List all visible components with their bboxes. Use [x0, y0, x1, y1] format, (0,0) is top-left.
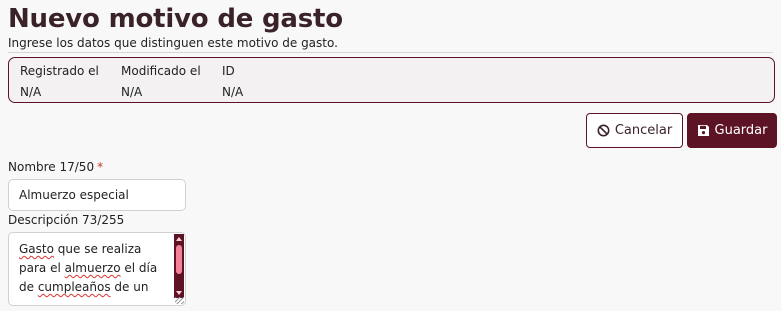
descripcion-line: de cumpleaños de un: [19, 278, 169, 297]
header-divider: [8, 52, 773, 53]
registered-info: Registrado el N/A: [20, 63, 99, 100]
registered-label: Registrado el: [20, 64, 99, 78]
scroll-down-arrow-icon[interactable]: [176, 291, 182, 295]
nombre-label: Nombre 17/50 *: [8, 159, 103, 175]
textarea-scrollbar[interactable]: [174, 234, 184, 298]
modified-info: Modificado el N/A: [121, 63, 201, 100]
line-text: el día: [120, 261, 158, 275]
save-button[interactable]: Guardar: [687, 113, 777, 148]
floppy-disk-icon: [697, 124, 710, 137]
nombre-label-text: Nombre 17/50: [8, 160, 95, 174]
line-text: para el: [19, 261, 65, 275]
line-text: que se realiza: [53, 242, 142, 256]
id-value: N/A: [222, 85, 244, 99]
page: Nuevo motivo de gasto Ingrese los datos …: [0, 0, 781, 311]
page-subtitle: Ingrese los datos que distinguen este mo…: [8, 36, 338, 50]
save-button-label: Guardar: [714, 123, 768, 138]
page-title: Nuevo motivo de gasto: [8, 4, 343, 34]
resize-handle-icon[interactable]: [175, 297, 184, 304]
modified-value: N/A: [121, 85, 143, 99]
line-text: de: [19, 280, 38, 294]
id-label: ID: [222, 64, 235, 78]
descripcion-text: Gasto que se realiza para el almuerzo el…: [19, 240, 169, 297]
cancel-button[interactable]: Cancelar: [586, 113, 683, 148]
descripcion-label: Descripción 73/255: [8, 213, 125, 227]
modified-label: Modificado el: [121, 64, 201, 78]
descripcion-line: para el almuerzo el día: [19, 259, 169, 278]
spellcheck-word: almuerzo: [64, 261, 121, 275]
ban-icon: [597, 124, 610, 137]
record-metadata-panel: Registrado el N/A Modificado el N/A ID N…: [8, 57, 775, 103]
required-marker: *: [97, 160, 104, 174]
scroll-up-arrow-icon[interactable]: [176, 237, 182, 241]
spellcheck-word: Gasto: [19, 242, 54, 256]
descripcion-line: Gasto que se realiza: [19, 240, 169, 259]
cancel-button-label: Cancelar: [614, 123, 673, 138]
scrollbar-thumb[interactable]: [176, 245, 182, 274]
id-info: ID N/A: [222, 63, 243, 100]
line-text: de un: [110, 280, 149, 294]
descripcion-textarea[interactable]: Gasto que se realiza para el almuerzo el…: [8, 232, 186, 306]
nombre-input[interactable]: [8, 179, 186, 211]
spellcheck-word: cumpleaños: [37, 280, 111, 294]
registered-value: N/A: [20, 85, 42, 99]
